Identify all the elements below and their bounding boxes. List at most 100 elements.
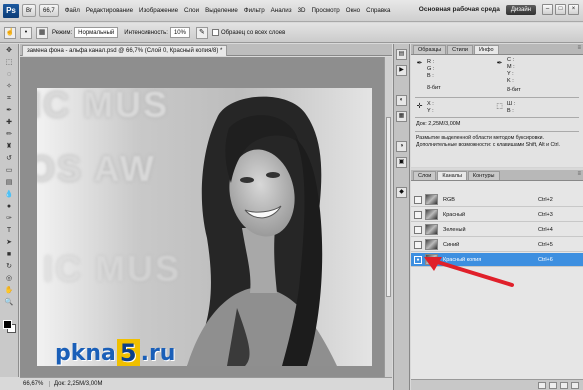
channel-row-rgb[interactable]: RGB Ctrl+2 [411, 193, 583, 207]
menu-help[interactable]: Справка [366, 7, 390, 14]
site-watermark: pkna 5 .ru [55, 339, 175, 366]
new-channel-icon[interactable] [560, 381, 568, 389]
panel-menu-icon[interactable]: ≡ [577, 45, 581, 51]
load-selection-icon[interactable] [538, 381, 546, 389]
type-tool-icon[interactable]: T [3, 226, 16, 235]
info-panel-tabs: Образцы Стили Инфо [411, 44, 583, 55]
scrollbar-thumb[interactable] [386, 117, 391, 297]
minimize-icon[interactable]: – [542, 4, 553, 15]
zoom-dropdown[interactable]: 66,7 [39, 4, 59, 17]
visibility-toggle[interactable] [414, 225, 422, 234]
brush-tool-icon[interactable]: ✏ [3, 130, 16, 139]
menu-layers[interactable]: Слои [184, 7, 199, 14]
3d-rotate-tool-icon[interactable]: ↻ [3, 262, 16, 271]
tab-swatches[interactable]: Образцы [413, 45, 447, 54]
lasso-tool-icon[interactable]: ◌ [3, 70, 16, 79]
masks-panel-icon[interactable]: ▣ [396, 157, 407, 168]
3d-orbit-tool-icon[interactable]: ◎ [3, 274, 16, 283]
pen-tool-icon[interactable]: ✑ [3, 214, 16, 223]
design-workspace-button[interactable]: Дизайн [505, 4, 536, 15]
tab-layers[interactable]: Слои [413, 171, 437, 180]
watermark-prefix: pkna [55, 340, 116, 366]
watermark-suffix: .ru [140, 340, 176, 366]
swatches-panel-icon[interactable]: ▦ [396, 111, 407, 122]
visibility-toggle[interactable] [414, 210, 422, 219]
channel-row-blue[interactable]: Синий Ctrl+5 [411, 238, 583, 252]
intensity-input[interactable]: 10% [169, 27, 190, 38]
menu-analysis[interactable]: Анализ [271, 7, 292, 14]
bridge-button[interactable]: Br [22, 4, 36, 17]
h-label: В : [507, 108, 514, 114]
adjustments-panel-icon[interactable]: ◑ [396, 141, 407, 152]
tab-paths[interactable]: Контуры [467, 171, 500, 180]
channel-thumbnail [425, 224, 438, 235]
sample-all-checkbox[interactable] [211, 29, 219, 36]
eyedropper-tool-icon[interactable]: ✒ [3, 106, 16, 115]
zoom-tool-icon[interactable]: 🔍 [3, 298, 16, 307]
crop-tool-icon[interactable]: ⌗ [3, 94, 16, 103]
dodge-tool-icon[interactable]: ● [3, 202, 16, 211]
airbrush-icon[interactable]: ✎ [195, 26, 208, 39]
channels-panel-tabs: Слои Каналы Контуры [411, 170, 583, 181]
actions-panel-icon[interactable]: ▶ [396, 65, 407, 76]
document-image[interactable]: IC MUS OS AW IC MUS pkna 5 .ru [37, 88, 372, 366]
channel-row-green[interactable]: Зеленый Ctrl+4 [411, 223, 583, 237]
tab-channels[interactable]: Каналы [437, 171, 467, 180]
menu-file[interactable]: Файл [65, 7, 80, 14]
portrait-photo [187, 96, 337, 366]
channel-name: Синий [443, 241, 460, 248]
channel-shortcut: Ctrl+5 [538, 241, 553, 248]
status-bar: 66,67% Док: 2,25M/3,00M [20, 377, 392, 390]
move-tool-icon[interactable]: ✥ [3, 46, 16, 55]
menu-filter[interactable]: Фильтр [244, 7, 265, 14]
channel-row-red[interactable]: Красный Ctrl+3 [411, 208, 583, 222]
menu-image[interactable]: Изображение [139, 7, 178, 14]
stamp-tool-icon[interactable]: ♜ [3, 142, 16, 151]
status-zoom[interactable]: 66,67% [20, 381, 50, 387]
channels-panel-footer [411, 379, 583, 390]
tab-styles[interactable]: Стили [447, 45, 473, 54]
blur-tool-icon[interactable]: 💧 [3, 190, 16, 199]
document-tab[interactable]: замена фона - альфа канал.psd @ 66,7% (С… [22, 45, 228, 56]
history-panel-icon[interactable]: ▤ [396, 49, 407, 60]
gradient-tool-icon[interactable]: ▤ [3, 178, 16, 187]
delete-channel-icon[interactable] [571, 381, 579, 389]
quick-select-tool-icon[interactable]: ✧ [3, 82, 16, 91]
history-brush-tool-icon[interactable]: ↺ [3, 154, 16, 163]
tab-info[interactable]: Инфо [473, 45, 499, 54]
bit-depth-right: 8-бит [507, 87, 521, 93]
close-icon[interactable]: × [568, 4, 579, 15]
menu-3d[interactable]: 3D [298, 7, 306, 14]
foreground-color-swatch[interactable] [3, 320, 12, 329]
panel-menu-icon[interactable]: ≡ [577, 171, 581, 177]
info-panel: Образцы Стили Инфо ≡ ✒ R : G : B : ✒ C :… [411, 44, 583, 168]
marquee-tool-icon[interactable]: ⬚ [3, 58, 16, 67]
menu-edit[interactable]: Редактирование [86, 7, 133, 14]
tool-preset-icon[interactable]: ☝ [4, 26, 16, 39]
cmyk-values: C : M : Y : K : [507, 57, 515, 85]
maximize-icon[interactable]: □ [555, 4, 566, 15]
mode-select[interactable]: Нормальный [74, 27, 119, 38]
menu-window[interactable]: Окно [346, 7, 360, 14]
healing-tool-icon[interactable]: ✚ [3, 118, 16, 127]
intensity-label: Интенсивность: [124, 29, 168, 36]
visibility-toggle[interactable] [414, 240, 422, 249]
hand-tool-icon[interactable]: ✋ [3, 286, 16, 295]
app-logo: Ps [3, 3, 19, 18]
shape-tool-icon[interactable]: ■ [3, 250, 16, 259]
channel-thumbnail [425, 209, 438, 220]
workspace-label[interactable]: Основная рабочая среда [419, 6, 500, 13]
3d-panel-icon[interactable]: ◆ [396, 187, 407, 198]
menu-select[interactable]: Выделение [205, 7, 238, 14]
canvas-area[interactable]: IC MUS OS AW IC MUS pkna 5 .ru [20, 57, 384, 377]
tools-panel: ✥ ⬚ ◌ ✧ ⌗ ✒ ✚ ✏ ♜ ↺ ▭ ▤ 💧 ● ✑ T ➤ ■ ↻ ◎ … [0, 44, 19, 377]
brush-preset-icon[interactable]: • [20, 26, 32, 39]
eraser-tool-icon[interactable]: ▭ [3, 166, 16, 175]
menu-view[interactable]: Просмотр [311, 7, 339, 14]
brush-panel-icon[interactable]: ▦ [36, 26, 48, 39]
path-select-tool-icon[interactable]: ➤ [3, 238, 16, 247]
visibility-toggle[interactable] [414, 195, 422, 204]
save-selection-icon[interactable] [549, 381, 557, 389]
color-panel-icon[interactable]: ◐ [396, 95, 407, 106]
vertical-scrollbar[interactable] [384, 57, 392, 377]
